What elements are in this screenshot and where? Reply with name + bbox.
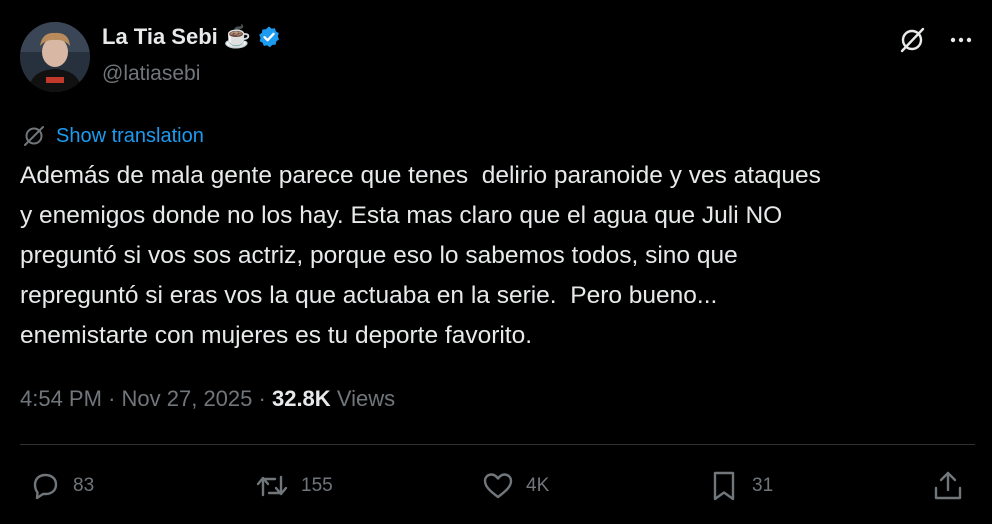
reply-button[interactable]: 83 (27, 466, 94, 506)
tweet-text: Además de mala gente parece que tenes de… (20, 162, 821, 349)
show-translation-link[interactable]: Show translation (56, 125, 204, 148)
avatar[interactable] (20, 22, 90, 92)
translate-icon (22, 124, 46, 148)
coffee-emoji: ☕ (223, 24, 252, 49)
author-name-row[interactable]: La Tia Sebi ☕ (102, 24, 281, 50)
like-count: 4K (526, 475, 550, 496)
views-label: Views (336, 386, 396, 411)
bookmark-button[interactable]: 31 (706, 466, 773, 506)
translate-row[interactable]: Show translation (22, 124, 204, 148)
divider (20, 444, 975, 445)
bookmark-count: 31 (752, 475, 774, 496)
verified-badge-icon (257, 25, 281, 49)
share-button[interactable] (930, 466, 966, 506)
meta-separator: · (108, 386, 116, 411)
tweet-time[interactable]: 4:54 PM (20, 386, 102, 411)
meta-separator-2: · (258, 386, 266, 411)
share-icon (930, 468, 966, 504)
action-bar: 83 155 4K 31 (0, 466, 992, 506)
tweet-meta: 4:54 PM · Nov 27, 2025 · 32.8K Views (20, 386, 395, 412)
reply-icon (27, 468, 63, 504)
repost-icon (253, 468, 291, 504)
more-icon[interactable] (948, 27, 974, 53)
bookmark-icon (706, 468, 742, 504)
tweet-date[interactable]: Nov 27, 2025 (122, 386, 253, 411)
tweet-top-actions (898, 26, 974, 54)
like-button[interactable]: 4K (480, 466, 549, 506)
tweet: La Tia Sebi ☕ @latiasebi Show translatio… (0, 0, 992, 524)
repost-button[interactable]: 155 (253, 466, 333, 506)
heart-icon (480, 468, 516, 504)
author-handle[interactable]: @latiasebi (102, 62, 200, 86)
views-count[interactable]: 32.8K (272, 386, 331, 411)
repost-count: 155 (301, 475, 333, 496)
author-display-name[interactable]: La Tia Sebi (102, 24, 218, 50)
reply-count: 83 (73, 475, 95, 496)
grok-icon[interactable] (898, 26, 926, 54)
